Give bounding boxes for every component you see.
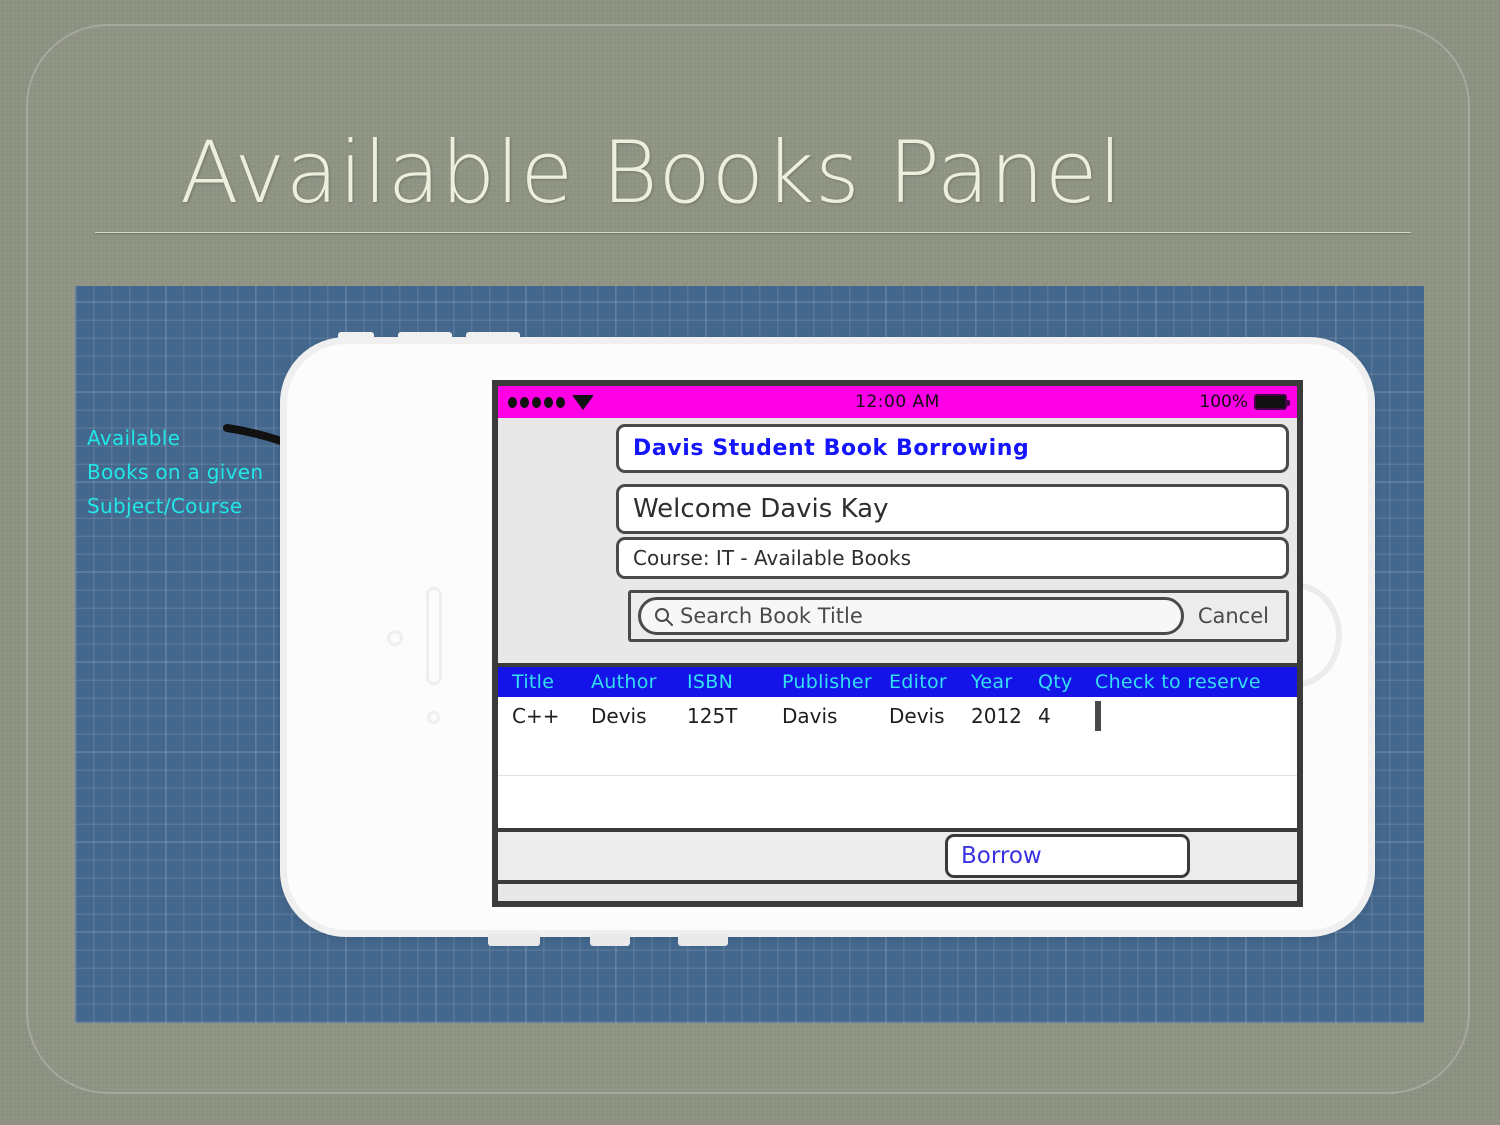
battery-full-icon — [1254, 394, 1290, 410]
bottom-toolbar: Borrow — [498, 828, 1297, 884]
cell-publisher: Davis — [782, 704, 838, 728]
signal-strength-icon — [508, 396, 565, 408]
earpiece-speaker-icon — [426, 587, 442, 685]
status-bar: 12:00 AM 100% — [498, 386, 1297, 418]
phone-bottom-tab — [488, 934, 540, 946]
books-table: Title Author ISBN Publisher Editor Year … — [498, 663, 1297, 828]
table-row[interactable]: C++ Devis 125T Davis Devis 2012 4 — [498, 697, 1297, 735]
column-header-editor[interactable]: Editor — [889, 671, 971, 693]
page-title: Available Books Panel — [180, 123, 1123, 223]
welcome-field: Welcome Davis Kay — [616, 484, 1289, 534]
cell-reserve — [1095, 701, 1297, 731]
cell-editor: Devis — [889, 704, 945, 728]
title-divider — [95, 232, 1411, 233]
volume-down-button[interactable] — [466, 332, 520, 344]
search-bar: Search Book Title Cancel — [628, 590, 1289, 642]
front-camera-icon — [387, 630, 403, 646]
column-header-year[interactable]: Year — [971, 671, 1038, 693]
wifi-icon — [572, 394, 594, 410]
proximity-sensor-icon — [427, 711, 440, 724]
blueprint-panel: Available Books on a given Subject/Cours… — [75, 286, 1424, 1023]
cell-year: 2012 — [971, 704, 1022, 728]
table-empty-row — [498, 776, 1297, 828]
silent-switch[interactable] — [338, 332, 374, 344]
slide: Available Books Panel Available Books on… — [0, 0, 1500, 1125]
column-header-qty[interactable]: Qty — [1038, 671, 1095, 693]
table-header-row: Title Author ISBN Publisher Editor Year … — [498, 667, 1297, 697]
cell-qty: 4 — [1038, 704, 1051, 728]
course-label: Course: IT - Available Books — [633, 546, 912, 570]
search-icon — [655, 607, 673, 626]
cell-title: C++ — [512, 704, 560, 728]
cancel-button[interactable]: Cancel — [1184, 604, 1279, 628]
phone-bottom-tab — [590, 934, 630, 946]
column-header-author[interactable]: Author — [591, 671, 687, 693]
status-time: 12:00 AM — [855, 392, 940, 412]
phone-bottom-tab — [678, 934, 728, 946]
welcome-label: Welcome Davis Kay — [633, 494, 889, 524]
title-block: Available Books Panel — [95, 118, 1415, 238]
borrow-button[interactable]: Borrow — [945, 834, 1190, 878]
table-empty-row — [498, 735, 1297, 776]
battery-percent-label: 100% — [1199, 392, 1248, 412]
column-header-isbn[interactable]: ISBN — [687, 671, 782, 693]
app-title-label: Davis Student Book Borrowing — [633, 436, 1030, 461]
cell-isbn: 125T — [687, 704, 738, 728]
content-area: Davis Student Book Borrowing Welcome Dav… — [498, 418, 1297, 663]
volume-up-button[interactable] — [398, 332, 452, 344]
column-header-publisher[interactable]: Publisher — [782, 671, 889, 693]
app-title-field: Davis Student Book Borrowing — [616, 424, 1289, 473]
phone-mockup: 12:00 AM 100% Davis Student Book Borrowi… — [280, 332, 1375, 946]
search-input[interactable]: Search Book Title — [638, 597, 1184, 635]
status-right-group: 100% — [1199, 392, 1290, 412]
search-placeholder-label: Search Book Title — [680, 604, 863, 628]
phone-screen: 12:00 AM 100% Davis Student Book Borrowi… — [492, 380, 1303, 907]
cell-author: Devis — [591, 704, 647, 728]
reserve-checkbox[interactable] — [1095, 701, 1101, 731]
course-field: Course: IT - Available Books — [616, 537, 1289, 579]
column-header-reserve[interactable]: Check to reserve — [1095, 671, 1297, 693]
column-header-title[interactable]: Title — [498, 671, 591, 693]
